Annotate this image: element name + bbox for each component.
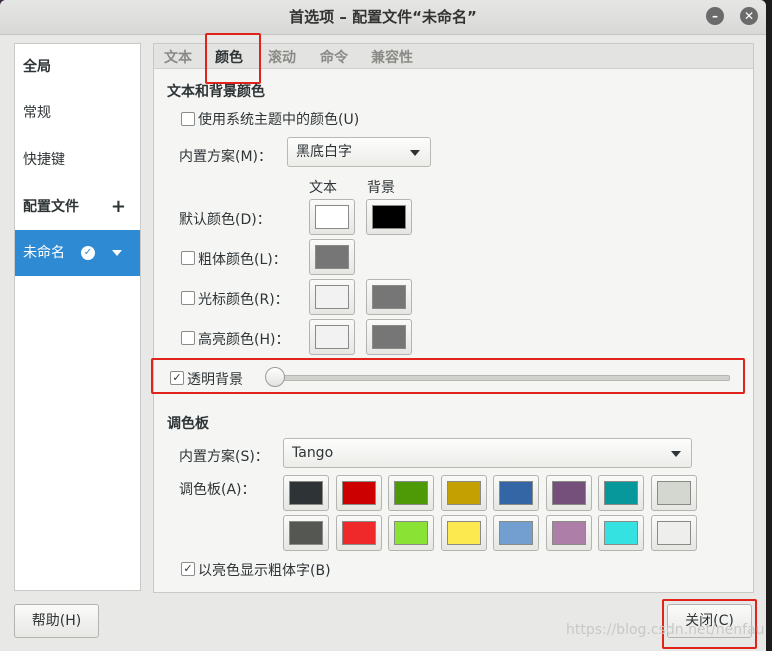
highlight-color-label: 高亮颜色(H)： <box>198 332 290 348</box>
palette-color-button[interactable] <box>440 475 487 511</box>
bold-color-label: 粗体颜色(L)： <box>198 252 287 268</box>
dropdown-caret-icon <box>410 150 420 156</box>
cursor-text-color-button[interactable] <box>309 279 355 315</box>
preferences-window: 首选项 – 配置文件“未命名” – ✕ 全局 常规 快捷键 配置文件 + 未命名… <box>0 0 766 651</box>
palette-color-fill <box>499 481 533 505</box>
palette-color-fill <box>604 521 638 545</box>
help-button[interactable]: 帮助(H) <box>14 604 99 638</box>
palette-color-fill <box>446 521 481 545</box>
close-icon[interactable]: ✕ <box>740 7 758 25</box>
palette-color-button[interactable] <box>598 475 644 511</box>
palette-color-button[interactable] <box>440 515 487 551</box>
builtin-scheme-label: 内置方案(M)： <box>179 149 273 165</box>
palette-label: 调色板(A)： <box>179 482 256 498</box>
sidebar-item-label: 常规 <box>23 105 51 121</box>
palette-scheme-label: 内置方案(S)： <box>179 449 269 465</box>
highlight-box-transparent-bg <box>151 358 745 394</box>
palette-color-button[interactable] <box>388 475 434 511</box>
tab-compatibility[interactable]: 兼容性 <box>371 47 413 67</box>
dropdown-caret-icon <box>671 451 681 457</box>
sidebar-item-profiles: 配置文件 + <box>15 185 140 229</box>
highlight-color-checkbox[interactable] <box>181 331 195 345</box>
tab-command[interactable]: 命令 <box>320 47 348 67</box>
highlight-box-colors-tab <box>205 33 261 84</box>
bright-bold-checkbox[interactable]: ✓ <box>181 562 195 576</box>
sidebar-item-general[interactable]: 常规 <box>15 91 140 135</box>
default-bg-color-button[interactable] <box>366 199 412 235</box>
palette-color-fill <box>289 481 323 505</box>
palette-color-button[interactable] <box>598 515 644 551</box>
palette-color-button[interactable] <box>650 475 697 511</box>
palette-color-button[interactable] <box>493 475 539 511</box>
sidebar-item-global[interactable]: 全局 <box>15 45 140 89</box>
palette-color-button[interactable] <box>545 475 592 511</box>
minimize-icon[interactable]: – <box>706 7 724 25</box>
sidebar-item-label: 快捷键 <box>23 152 65 168</box>
palette-color-fill <box>394 521 428 545</box>
palette-color-fill <box>341 481 376 505</box>
section-heading-palette: 调色板 <box>167 416 209 432</box>
section-heading-text-bg: 文本和背景颜色 <box>167 84 265 100</box>
palette-scheme-value: Tango <box>292 445 334 461</box>
default-text-color-button[interactable] <box>309 199 355 235</box>
palette-color-fill <box>446 481 481 505</box>
palette-color-fill <box>499 521 533 545</box>
tab-scrolling[interactable]: 滚动 <box>268 47 296 67</box>
palette-color-button[interactable] <box>493 515 539 551</box>
palette-color-fill <box>551 521 586 545</box>
builtin-scheme-value: 黑底白字 <box>296 144 352 160</box>
palette-color-fill <box>551 481 586 505</box>
title-bar: 首选项 – 配置文件“未命名” – ✕ <box>0 0 766 35</box>
palette-color-button[interactable] <box>650 515 697 551</box>
palette-color-button[interactable] <box>545 515 592 551</box>
palette-scheme-select[interactable]: Tango <box>283 438 692 468</box>
column-header-text: 文本 <box>309 180 337 196</box>
palette-color-fill <box>656 521 691 545</box>
add-profile-button[interactable]: + <box>111 185 126 229</box>
cursor-bg-color-button[interactable] <box>366 279 412 315</box>
cursor-color-checkbox[interactable] <box>181 291 195 305</box>
palette-color-fill <box>289 521 323 545</box>
bright-bold-label: 以亮色显示粗体字(B) <box>198 563 331 579</box>
column-header-bg: 背景 <box>367 180 395 196</box>
palette-color-button[interactable] <box>335 475 382 511</box>
watermark: https://blog.csdn.net/nenfau <box>566 622 765 638</box>
window-title: 首选项 – 配置文件“未命名” <box>289 8 477 26</box>
bold-color-checkbox[interactable] <box>181 251 195 265</box>
chevron-down-icon[interactable] <box>112 250 122 256</box>
check-circle-icon: ✓ <box>81 246 95 260</box>
sidebar-item-profile-unnamed[interactable]: 未命名 ✓ <box>15 230 140 276</box>
sidebar: 全局 常规 快捷键 配置文件 + 未命名 ✓ <box>14 43 141 591</box>
palette-color-button[interactable] <box>335 515 382 551</box>
sidebar-item-label: 全局 <box>23 59 51 75</box>
palette-color-fill <box>394 481 428 505</box>
palette-color-button[interactable] <box>283 475 329 511</box>
sidebar-item-shortcuts[interactable]: 快捷键 <box>15 138 140 182</box>
sidebar-item-label: 未命名 <box>23 245 65 261</box>
highlight-bg-color-button[interactable] <box>366 319 412 355</box>
settings-panel: 文本 颜色 滚动 命令 兼容性 文本和背景颜色 使用系统主题中的颜色(U) 内置… <box>151 33 754 593</box>
palette-color-button[interactable] <box>283 515 329 551</box>
highlight-text-color-button[interactable] <box>309 319 355 355</box>
bold-text-color-button[interactable] <box>309 239 355 275</box>
use-system-theme-checkbox[interactable] <box>181 112 195 126</box>
palette-color-fill <box>656 481 691 505</box>
use-system-theme-label: 使用系统主题中的颜色(U) <box>198 112 360 128</box>
builtin-scheme-select[interactable]: 黑底白字 <box>287 137 431 167</box>
cursor-color-label: 光标颜色(R)： <box>198 292 289 308</box>
palette-color-button[interactable] <box>388 515 434 551</box>
palette-color-fill <box>341 521 376 545</box>
sidebar-item-label: 配置文件 <box>23 199 79 215</box>
palette-color-fill <box>604 481 638 505</box>
default-color-label: 默认颜色(D)： <box>179 212 271 228</box>
tab-text[interactable]: 文本 <box>164 47 192 67</box>
